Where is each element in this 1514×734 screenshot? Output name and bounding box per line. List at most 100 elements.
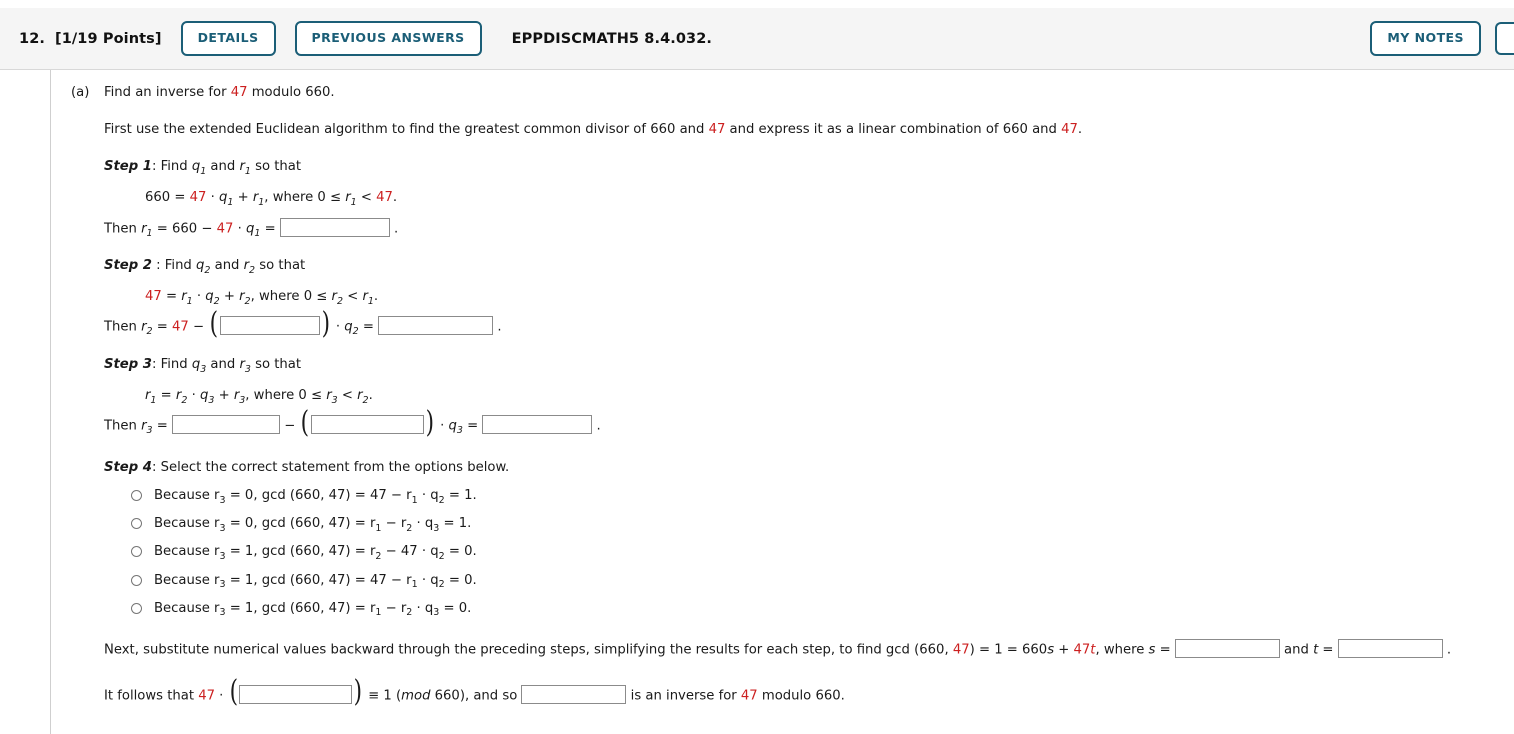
s1-bound: 47 xyxy=(376,190,393,206)
problem-number: 12. xyxy=(19,30,45,47)
s1-then-r: r xyxy=(141,221,147,237)
step-2-r-sub: 2 xyxy=(249,264,256,276)
fin-period1: . xyxy=(1446,642,1452,658)
step-1-equation: 660 = 47 · q1 + r1, where 0 ≤ r1 < 47. xyxy=(145,188,1491,208)
s1-plus: + xyxy=(233,190,253,206)
s1-period: . xyxy=(392,190,398,206)
step-3-find-pre: Find xyxy=(160,357,192,373)
s2-r1b-sub: 1 xyxy=(367,295,374,307)
option-label-5: Because r3 = 1, gcd (660, 47) = r1 − r2 … xyxy=(154,599,471,619)
s1-then-eq: = 660 − xyxy=(152,221,217,237)
radio-option-4[interactable]: Because r3 = 1, gcd (660, 47) = 47 − r1 … xyxy=(131,571,1491,590)
s2-r2: r xyxy=(239,289,245,305)
o2-post: = 1. xyxy=(439,516,472,532)
s2-r1-sub: 1 xyxy=(186,295,193,307)
o4-s1: 3 xyxy=(219,579,226,591)
step3-input-c[interactable] xyxy=(482,415,593,435)
step-3-find-mid: and xyxy=(206,357,240,373)
o1-post: = 1. xyxy=(444,488,477,504)
radio-option-5[interactable]: Because r3 = 1, gcd (660, 47) = r1 − r2 … xyxy=(131,599,1491,618)
s3-r1-sub: 1 xyxy=(150,394,157,406)
textbook-reference: EPPDISCMATH5 8.4.032. xyxy=(511,30,713,47)
s3-r3b-sub: 3 xyxy=(331,394,338,406)
step1-r1-input[interactable] xyxy=(279,217,390,237)
intro-num-2: 47 xyxy=(1061,122,1078,138)
fin-47: 47 xyxy=(952,642,970,658)
s2-minus: − xyxy=(192,319,205,335)
step-1-answer-line: Then r1 = 660 − 47 · q1 = . xyxy=(104,217,1491,239)
o4-s2: 1 xyxy=(411,579,418,591)
step-2-sep: : xyxy=(151,258,165,274)
s1-final-period: . xyxy=(394,221,399,237)
o3-m2: − 47 · q xyxy=(381,544,439,560)
practice-another-button-clipped[interactable] xyxy=(1495,22,1514,55)
s2-dot2: · xyxy=(331,319,345,335)
step-3-r-sub: 3 xyxy=(244,363,251,375)
o3-pre: Because r xyxy=(154,544,220,560)
step-3-heading: Step 3: Find q3 and r3 so that xyxy=(104,355,1491,375)
o1-pre: Because r xyxy=(154,488,220,504)
radio-option-1[interactable]: Because r3 = 0, gcd (660, 47) = 47 − r1 … xyxy=(131,486,1491,506)
content-left-divider xyxy=(50,70,51,734)
radio-button-icon[interactable] xyxy=(131,490,142,502)
radio-button-icon[interactable] xyxy=(131,574,142,586)
step-1-q-sub: 1 xyxy=(200,165,207,177)
fol-47b: 47 xyxy=(740,688,758,704)
fol-mid: ≡ 1 ( xyxy=(363,688,402,704)
step3-input-a[interactable] xyxy=(171,415,280,435)
fol-end: modulo 660. xyxy=(757,688,845,704)
o3-s3: 2 xyxy=(438,550,445,562)
fin-and: and xyxy=(1284,642,1314,658)
s1-where: where xyxy=(268,190,318,206)
s3-plus: + xyxy=(214,388,234,404)
s2-final-period: . xyxy=(497,319,502,335)
s2-plus: + xyxy=(219,289,240,305)
t-coefficient-input[interactable] xyxy=(1337,638,1443,658)
radio-button-icon[interactable] xyxy=(131,546,142,558)
s3-q3c-sub: 3 xyxy=(456,425,463,437)
o5-m1: = 1, gcd (660, 47) = r xyxy=(225,600,376,616)
s3-dot: · xyxy=(187,388,200,404)
inverse-value-input[interactable] xyxy=(521,684,627,704)
step-2-equation: 47 = r1 · q2 + r2, where 0 ≤ r2 < r1. xyxy=(145,287,1491,307)
s3-then: Then xyxy=(104,418,142,434)
o2-pre: Because r xyxy=(154,516,220,532)
fol-dot: · xyxy=(214,688,228,704)
prompt-line: Find an inverse for 47 modulo 660. xyxy=(104,83,1491,102)
step-4-heading: Step 4: Select the correct statement fro… xyxy=(104,458,1491,477)
step2-input-b[interactable] xyxy=(378,316,494,336)
s3-r3-sub: 3 xyxy=(239,394,246,406)
step-2-q-sub: 2 xyxy=(204,264,211,276)
s1-then-q-sub: 1 xyxy=(254,227,261,239)
s1-660: 660 xyxy=(145,190,171,206)
problem-body: (a) Find an inverse for 47 modulo 660. F… xyxy=(71,83,1491,707)
inverse-product-input[interactable] xyxy=(239,684,353,704)
s2-r1: r xyxy=(181,289,187,305)
s2-then-eq: = xyxy=(152,319,172,335)
radio-option-2[interactable]: Because r3 = 0, gcd (660, 47) = r1 − r2 … xyxy=(131,514,1491,534)
prompt-modulus-base: 47 xyxy=(230,85,248,100)
step2-input-a[interactable] xyxy=(219,316,320,336)
step3-input-b[interactable] xyxy=(311,415,425,435)
substitute-backward-line: Next, substitute numerical values backwa… xyxy=(104,638,1491,660)
radio-button-icon[interactable] xyxy=(131,602,142,614)
step-2-find-post: so that xyxy=(255,258,306,274)
s2-q2c: q xyxy=(344,319,353,335)
details-button[interactable]: DETAILS xyxy=(180,21,276,56)
o2-s2: 1 xyxy=(375,522,382,534)
s2-lt: < xyxy=(343,289,363,305)
s1-then-47: 47 xyxy=(216,221,234,237)
step-3-q-var: q xyxy=(191,357,201,373)
s-coefficient-input[interactable] xyxy=(1174,638,1280,658)
fol-mod: mod xyxy=(401,688,431,704)
s1-then-dot: · xyxy=(233,221,246,237)
previous-answers-button[interactable]: PREVIOUS ANSWERS xyxy=(294,21,482,56)
my-notes-button[interactable]: MY NOTES xyxy=(1370,21,1481,56)
s3-r3b: r xyxy=(326,388,332,404)
points-label: [1/19 Points] xyxy=(55,30,162,47)
s2-then: Then xyxy=(104,319,142,335)
s3-q3-sub: 3 xyxy=(208,394,215,406)
prompt-text-post: modulo 660. xyxy=(247,85,335,100)
radio-button-icon[interactable] xyxy=(131,518,142,530)
radio-option-3[interactable]: Because r3 = 1, gcd (660, 47) = r2 − 47 … xyxy=(131,542,1491,562)
